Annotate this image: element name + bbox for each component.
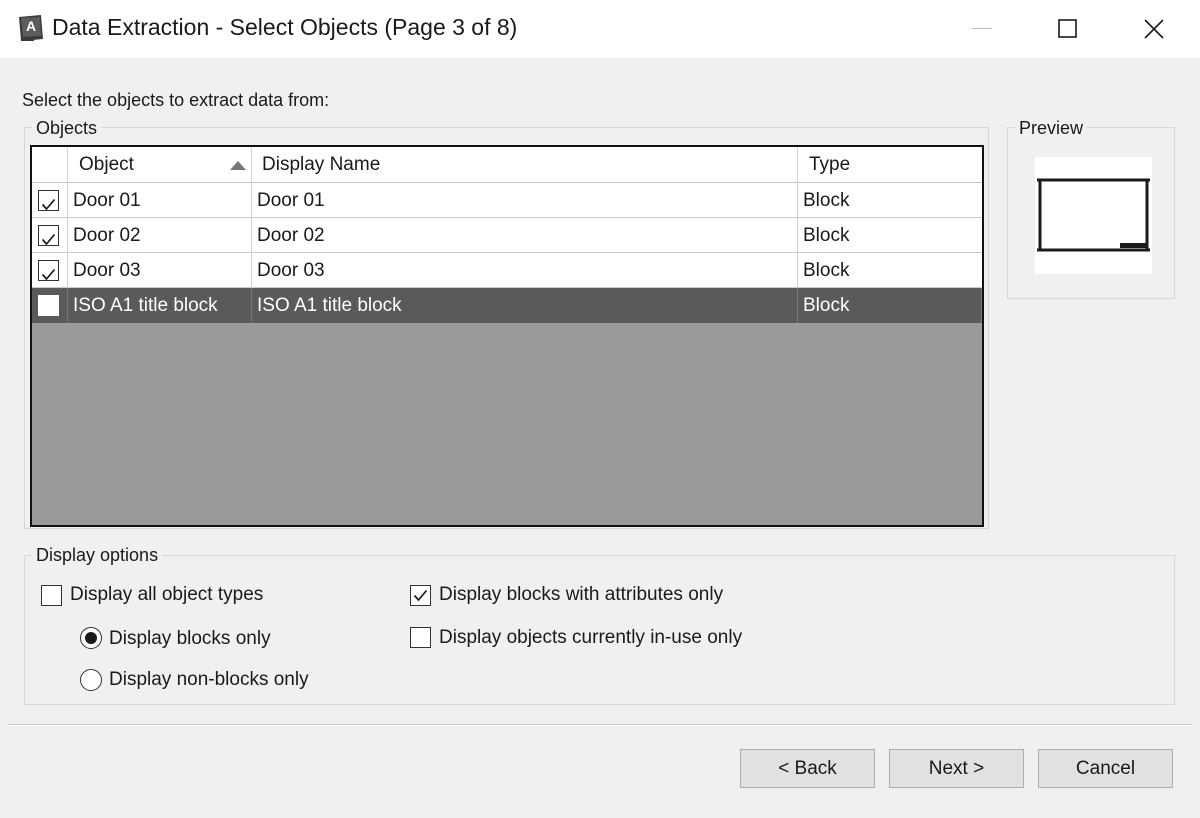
instruction-text: Select the objects to extract data from: xyxy=(22,90,330,110)
footer-separator-highlight xyxy=(8,725,1192,726)
cell-object: Door 01 xyxy=(68,183,252,218)
row-check-cell xyxy=(32,253,68,288)
row-checkbox[interactable] xyxy=(38,225,59,246)
row-check-cell xyxy=(32,183,68,218)
autocad-app-icon: A xyxy=(17,13,45,43)
cell-type: Block xyxy=(803,225,850,246)
objects-group-label: Objects xyxy=(32,118,102,139)
cell-display-name: Door 03 xyxy=(252,253,798,288)
display-objects-in-use-checkbox[interactable] xyxy=(410,627,431,648)
table-row-selected[interactable]: ISO A1 title block ISO A1 title block Bl… xyxy=(32,288,982,323)
display-all-object-types-label[interactable]: Display all object types xyxy=(70,584,263,606)
row-check-cell xyxy=(32,288,68,323)
display-blocks-with-attributes-checkbox[interactable] xyxy=(410,585,431,606)
title-block-thumbnail-icon xyxy=(1037,178,1150,252)
cell-type: Block xyxy=(803,260,850,281)
back-button[interactable]: < Back xyxy=(740,749,875,788)
maximize-button[interactable] xyxy=(1024,0,1112,58)
app-icon-letter: A xyxy=(26,18,36,34)
table-row[interactable]: Door 01 Door 01 Block xyxy=(32,183,982,218)
header-check-column xyxy=(32,147,68,183)
display-objects-in-use-label[interactable]: Display objects currently in-use only xyxy=(439,627,742,649)
display-blocks-only-label[interactable]: Display blocks only xyxy=(109,628,271,650)
radio-selected-dot xyxy=(85,632,97,644)
cell-type: Block xyxy=(803,190,850,211)
cell-display-name: Door 02 xyxy=(252,218,798,253)
column-header-object-label: Object xyxy=(79,154,134,175)
row-check-cell xyxy=(32,218,68,253)
cancel-button[interactable]: Cancel xyxy=(1038,749,1173,788)
title-bar: A Data Extraction - Select Objects (Page… xyxy=(0,0,1200,58)
display-options-group-label: Display options xyxy=(32,545,163,566)
table-row[interactable]: Door 03 Door 03 Block xyxy=(32,253,982,288)
table-header: Object Display Name Type xyxy=(32,147,982,183)
row-checkbox[interactable] xyxy=(38,190,59,211)
cell-object: Door 02 xyxy=(68,218,252,253)
cell-object: Door 03 xyxy=(68,253,252,288)
maximize-icon xyxy=(1058,19,1077,38)
column-header-object[interactable]: Object xyxy=(68,147,252,183)
cell-display-name: ISO A1 title block xyxy=(252,288,798,323)
close-icon xyxy=(1144,19,1164,39)
checkmark-icon xyxy=(41,198,56,211)
minimize-button[interactable] xyxy=(938,0,1026,58)
display-blocks-with-attributes-label[interactable]: Display blocks with attributes only xyxy=(439,584,723,606)
row-checkbox[interactable] xyxy=(38,295,59,316)
display-non-blocks-only-label[interactable]: Display non-blocks only xyxy=(109,669,309,691)
objects-table[interactable]: Object Display Name Type Door 01 Door 01… xyxy=(30,145,984,527)
display-non-blocks-only-radio[interactable] xyxy=(80,669,102,691)
next-button[interactable]: Next > xyxy=(889,749,1024,788)
cell-object: ISO A1 title block xyxy=(68,288,252,323)
display-all-object-types-checkbox[interactable] xyxy=(41,585,62,606)
preview-group-label: Preview xyxy=(1015,118,1088,139)
minimize-icon xyxy=(972,28,992,29)
checkmark-icon xyxy=(413,589,428,602)
block-preview-image xyxy=(1035,157,1152,274)
close-button[interactable] xyxy=(1110,0,1198,58)
window-title: Data Extraction - Select Objects (Page 3… xyxy=(52,14,518,40)
checkmark-icon xyxy=(41,233,56,246)
column-header-type[interactable]: Type xyxy=(798,147,982,183)
column-header-display-name[interactable]: Display Name xyxy=(252,147,798,183)
row-checkbox[interactable] xyxy=(38,260,59,281)
display-blocks-only-radio[interactable] xyxy=(80,627,102,649)
cell-type: Block xyxy=(798,288,982,323)
checkmark-icon xyxy=(41,268,56,281)
table-row[interactable]: Door 02 Door 02 Block xyxy=(32,218,982,253)
sort-ascending-icon xyxy=(230,161,246,170)
cell-display-name: Door 01 xyxy=(252,183,798,218)
